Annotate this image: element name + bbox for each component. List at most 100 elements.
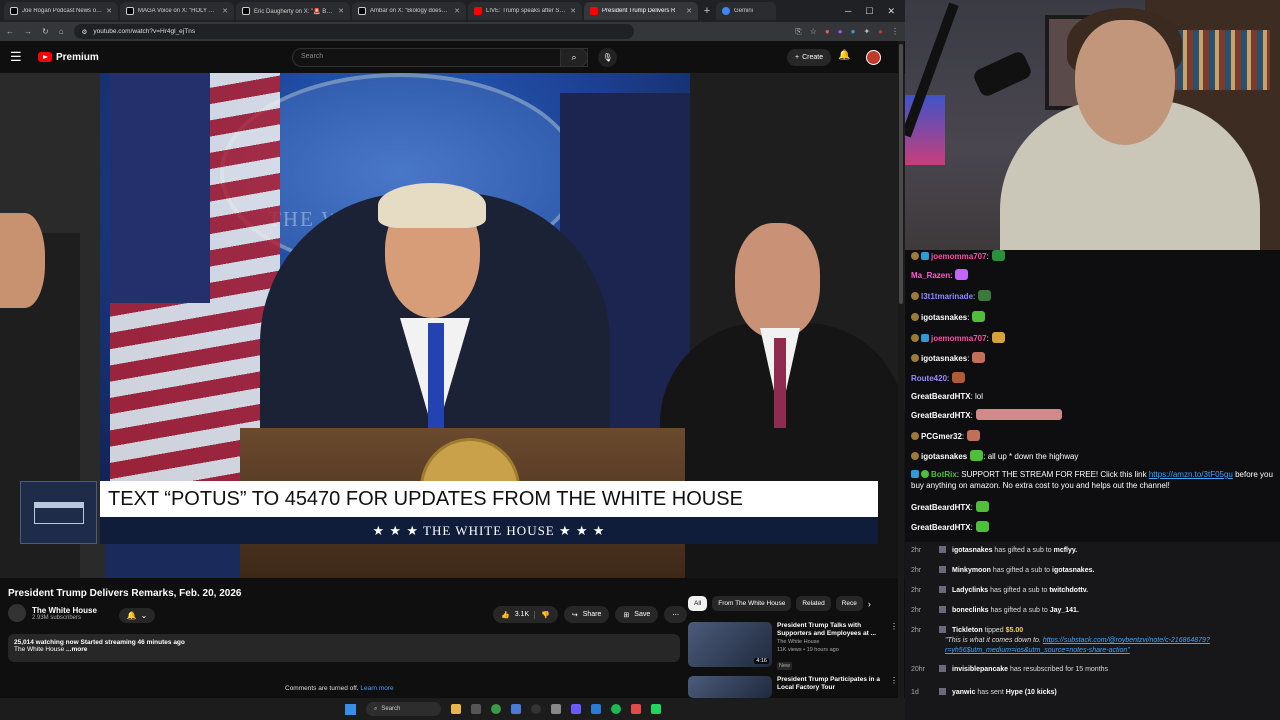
chat-username[interactable]: PCGmer32 [921,432,962,441]
taskbar-search[interactable]: ⌕ Search [366,702,441,716]
app-icon[interactable] [511,704,521,714]
browser-tab[interactable]: Ambar on X: "Biology doesn't c ✕ [352,2,466,20]
site-info-icon[interactable]: ⚙ [82,28,88,36]
chat-username[interactable]: GreatBeardHTX [911,503,971,512]
recommended-video[interactable]: 4:16 President Trump Talks with Supporte… [688,622,898,672]
file-explorer-icon[interactable] [451,704,461,714]
close-tab-icon[interactable]: ✕ [570,7,576,15]
chip-from-channel[interactable]: From The White House [712,596,792,611]
chip-related[interactable]: Related [796,596,831,611]
close-window-icon[interactable]: ✕ [887,6,895,17]
install-icon[interactable]: ⎘ [795,27,801,37]
extension-icon[interactable]: ● [825,27,830,37]
chevron-right-icon[interactable]: › [868,599,871,609]
video-thumbnail[interactable]: 4:16 [688,622,772,667]
video-thumbnail[interactable] [688,676,772,698]
reload-icon[interactable]: ↻ [42,27,49,36]
obs-icon[interactable] [531,704,541,714]
chat-message: joemomma707: [911,250,1276,262]
forward-icon[interactable]: → [24,27,32,36]
browser-tab[interactable]: Gemini [716,2,776,20]
profile-icon[interactable]: ● [878,27,883,37]
chip-all[interactable]: All [688,596,708,611]
chrome-icon[interactable] [491,704,501,714]
share-button[interactable]: ↪ Share [563,606,610,623]
like-dislike-button[interactable]: 👍 3.1K 👎 [493,606,558,623]
minimize-icon[interactable]: ─ [845,6,851,17]
chat-username[interactable]: igotasnakes [921,313,967,322]
description-box[interactable]: 25,014 watching now Started streaming 46… [8,634,680,662]
thumbs-up-icon: 👍 [501,611,510,619]
chat-username[interactable]: Route420 [911,374,947,383]
close-tab-icon[interactable]: ✕ [106,7,112,15]
more-actions-button[interactable]: ⋯ [664,606,688,623]
white-house-building-icon [33,501,84,524]
new-tab-button[interactable]: + [700,5,714,17]
back-icon[interactable]: ← [6,27,14,36]
app-icon[interactable] [591,704,601,714]
chat-username[interactable]: joemomma707 [931,334,987,343]
home-icon[interactable]: ⌂ [59,27,64,36]
notifications-bell-icon[interactable]: 🔔 [838,50,850,61]
windows-start-icon[interactable] [345,703,356,715]
chat-username[interactable]: igotasnakes [921,452,967,461]
more-link[interactable]: ...more [66,646,87,653]
extension-icon[interactable]: ● [851,27,856,37]
browser-tab[interactable]: MAGA Voice on X: "HOLY SH*T ✕ [120,2,234,20]
close-tab-icon[interactable]: ✕ [222,7,228,15]
app-icon[interactable] [571,704,581,714]
chat-username[interactable]: GreatBeardHTX [911,523,971,532]
more-vert-icon[interactable]: ⋮ [890,622,898,672]
browser-tab-active[interactable]: President Trump Delivers R ✕ [584,2,698,20]
browser-tab[interactable]: LIVE: Trump speaks after Supr ✕ [468,2,582,20]
chat-message: igotasnakes: [911,311,1276,323]
description-channel: The White House [14,646,65,653]
chat-username[interactable]: igotasnakes [921,354,967,363]
chat-username[interactable]: BotRix [931,470,957,479]
channel-name[interactable]: The White House [32,606,97,615]
video-player[interactable]: THE WHITE HOUSE TEXT “POTUS” TO 45470 FO… [0,73,905,578]
extension-icon[interactable]: ● [838,27,843,37]
spotify-icon[interactable] [611,704,621,714]
gemini-favicon-icon [722,7,730,15]
chat-link[interactable]: https://amzn.to/3tF05gu [1149,470,1233,479]
hamburger-menu-icon[interactable]: ☰ [10,49,30,65]
search-input[interactable]: Search [292,48,588,67]
thumbs-down-icon[interactable]: 👎 [534,610,550,619]
account-avatar[interactable] [866,50,881,65]
more-vert-icon[interactable]: ⋮ [890,676,898,698]
address-bar[interactable]: ⚙ youtube.com/watch?v=Hr4gl_ejTns [73,24,634,39]
app-icon[interactable] [551,704,561,714]
maximize-icon[interactable]: ☐ [865,6,873,17]
chat-username[interactable]: GreatBeardHTX [911,392,971,401]
scrollbar-thumb[interactable] [899,44,903,304]
chat-username[interactable]: joemomma707 [931,252,987,261]
bookmark-star-icon[interactable]: ☆ [810,27,817,37]
event-row: 2hr boneclinks has gifted a sub to Jay_14… [911,606,1079,614]
chat-username[interactable]: Ma_Razen [911,271,950,280]
create-button[interactable]: + Create [787,49,832,66]
recommended-video[interactable]: President Trump Participates in a Local … [688,676,898,698]
chip-recent[interactable]: Rece [835,596,863,611]
voice-search-button[interactable]: 🎙 [598,48,617,67]
puzzle-icon[interactable]: ✦ [863,27,870,37]
app-icon[interactable] [631,704,641,714]
browser-tab-bar: Joe Rogan Podcast News on X ✕ MAGA Voice … [0,0,905,22]
subscription-bell-button[interactable]: 🔔 ⌄ [119,608,155,623]
app-icon[interactable] [471,704,481,714]
close-tab-icon[interactable]: ✕ [454,7,460,15]
channel-avatar[interactable] [8,604,26,622]
menu-dots-icon[interactable]: ⋮ [891,27,899,37]
chat-username[interactable]: GreatBeardHTX [911,411,971,420]
browser-tab[interactable]: Eric Daugherty on X: "🚨 BREAK ✕ [236,2,350,20]
search-button[interactable]: ⌕ [560,48,588,67]
close-tab-icon[interactable]: ✕ [686,7,692,15]
save-button[interactable]: ⊞ Save [615,606,659,623]
app-icon[interactable] [651,704,661,714]
youtube-logo[interactable]: Premium [38,52,99,63]
chat-username[interactable]: l3t1tmarinade [921,292,973,301]
learn-more-link[interactable]: Learn more [360,685,393,692]
x-favicon-icon [358,7,366,15]
browser-tab[interactable]: Joe Rogan Podcast News on X ✕ [4,2,118,20]
close-tab-icon[interactable]: ✕ [338,7,344,15]
